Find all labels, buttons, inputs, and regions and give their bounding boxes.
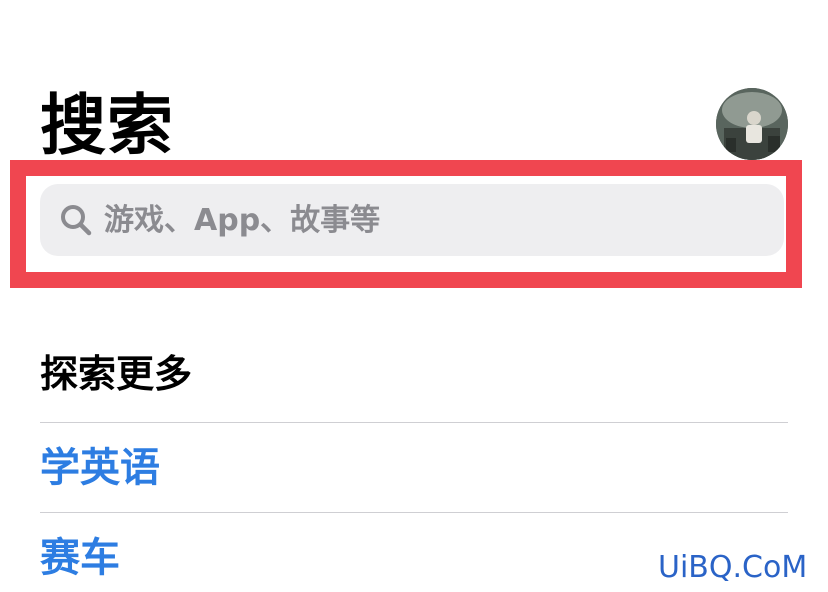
- explore-more-heading: 探索更多: [40, 352, 193, 396]
- avatar-photo: [716, 88, 788, 160]
- user-avatar[interactable]: [716, 88, 788, 160]
- page-title: 搜索: [40, 87, 174, 164]
- watermark-text: UiBQ.CoM: [658, 550, 808, 585]
- divider: [40, 422, 788, 423]
- explore-item-learn-english[interactable]: 学英语: [40, 438, 160, 498]
- divider: [40, 512, 788, 513]
- explore-item-racing[interactable]: 赛车: [40, 528, 120, 588]
- search-page: 搜索 探索更多 学英语 赛车 UiBQ.CoM: [0, 0, 828, 592]
- highlight-annotation: [10, 160, 802, 288]
